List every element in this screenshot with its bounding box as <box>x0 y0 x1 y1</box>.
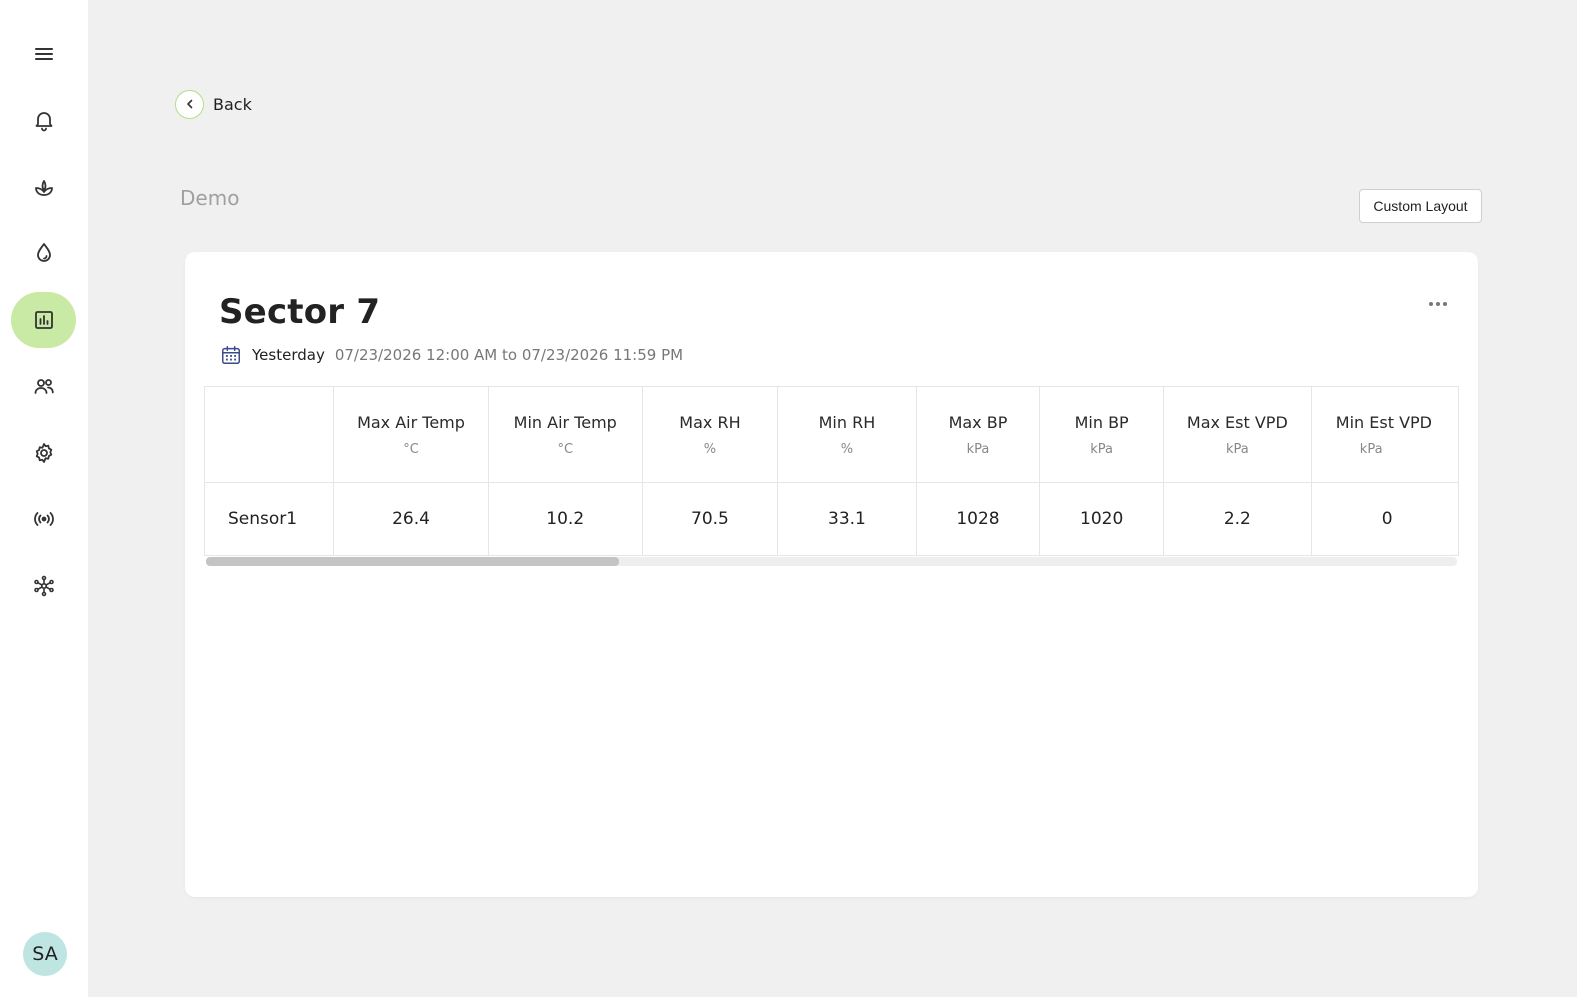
data-table: Max Air Temp °C Min Air Temp °C Max RH% Mi… <box>204 386 1459 556</box>
table-cell: 26.4 <box>333 482 489 556</box>
water-drop-icon[interactable] <box>11 225 76 281</box>
page-title: Demo <box>180 186 240 210</box>
table-cell: 1020 <box>1039 482 1164 556</box>
report-card: Sector 7 Yesterday 07/23/2026 12:00 AM t… <box>185 252 1478 897</box>
users-icon[interactable] <box>11 358 76 414</box>
back-button[interactable]: Back <box>175 88 252 120</box>
column-header: Max Air Temp °C <box>333 386 489 483</box>
column-header: Max RH% <box>641 386 779 483</box>
table-cell: 10.2 <box>487 482 643 556</box>
table-cell: 1028 <box>915 482 1041 556</box>
back-label: Back <box>213 94 252 114</box>
column-header: Min BP kPa <box>1039 386 1164 483</box>
date-range-text: 07/23/2026 12:00 AM to 07/23/2026 11:59 … <box>334 346 684 364</box>
card-title: Sector 7 <box>219 292 381 332</box>
bell-icon[interactable] <box>11 92 76 148</box>
broadcast-icon[interactable] <box>11 491 76 547</box>
table-cell: 70.5 <box>641 482 779 556</box>
calendar-icon <box>222 346 240 364</box>
column-header: Max BP kPa <box>915 386 1041 483</box>
sidebar: SA <box>0 0 88 997</box>
more-options-icon[interactable] <box>1424 294 1452 314</box>
column-header: Min Air Temp °C <box>487 386 643 483</box>
chevron-left-icon <box>175 89 204 119</box>
table-cell: 33.1 <box>777 482 917 556</box>
plant-icon[interactable] <box>11 159 76 215</box>
reports-icon[interactable] <box>11 292 76 348</box>
column-header: Min Est VPD kPa <box>1310 386 1459 483</box>
table-header-row: Max Air Temp °C Min Air Temp °C Max RH% Mi… <box>204 386 1459 483</box>
avatar[interactable]: SA <box>23 932 67 976</box>
table-row: Sensor1 26.4 10.2 70.5 33.1 1028 1020 2.… <box>204 482 1459 556</box>
menu-icon[interactable] <box>11 26 76 82</box>
data-table-container[interactable]: Max Air Temp °C Min Air Temp °C Max RH% Mi… <box>204 386 1459 568</box>
scrollbar-thumb[interactable] <box>206 557 619 566</box>
column-header: Max Est VPD kPa <box>1162 386 1312 483</box>
row-label: Sensor1 <box>204 482 335 556</box>
network-icon[interactable] <box>11 558 76 614</box>
date-range-row: Yesterday 07/23/2026 12:00 AM to 07/23/2… <box>220 344 683 366</box>
custom-layout-button[interactable]: Custom Layout <box>1359 189 1482 223</box>
table-corner-cell <box>204 386 335 483</box>
gear-icon[interactable] <box>11 425 76 481</box>
table-cell: 2.2 <box>1162 482 1312 556</box>
table-cell: 0 <box>1310 482 1459 556</box>
date-preset[interactable]: Yesterday <box>252 346 325 364</box>
horizontal-scrollbar[interactable] <box>206 557 1457 566</box>
column-header: Min RH% <box>777 386 917 483</box>
